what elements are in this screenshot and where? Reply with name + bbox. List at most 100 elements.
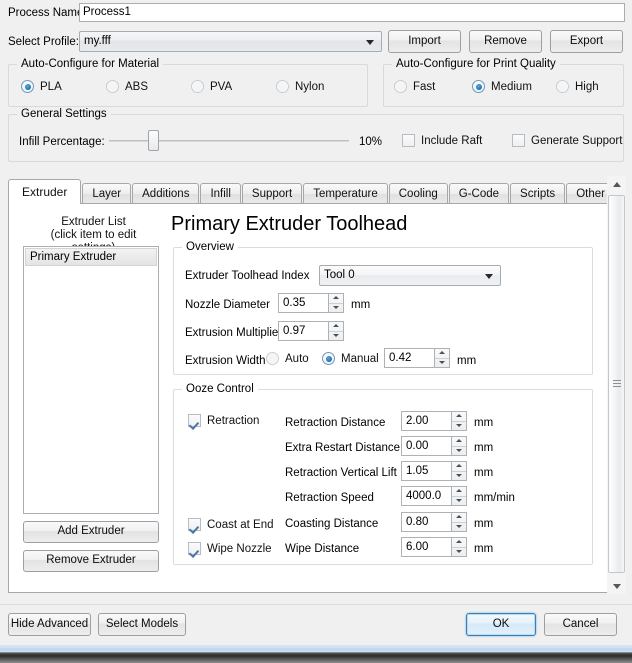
toolhead-index-select[interactable]: Tool 0 (319, 265, 501, 286)
coast-at-end-checkbox[interactable]: Coast at End (188, 518, 273, 531)
quality-group: Auto-Configure for Print Quality Fast Me… (383, 64, 624, 107)
remove-extruder-button[interactable]: Remove Extruder (23, 550, 159, 572)
import-button[interactable]: Import (388, 30, 461, 53)
spin-down-icon[interactable] (452, 497, 466, 506)
tab-cooling[interactable]: Cooling (389, 183, 448, 204)
wipe-distance-input[interactable]: 6.00 (401, 537, 451, 557)
remove-button[interactable]: Remove (469, 30, 542, 53)
extra-restart-distance-spin-buttons[interactable] (451, 436, 467, 456)
scroll-down-arrow-icon[interactable] (607, 577, 626, 594)
general-settings-group: General Settings Infill Percentage: 10% … (8, 114, 624, 162)
retraction-vertical-lift-spin-buttons[interactable] (451, 461, 467, 481)
extrusion-width-input[interactable]: 0.42 (384, 348, 434, 368)
spin-down-icon[interactable] (329, 332, 343, 341)
material-option-abs[interactable]: ABS (106, 80, 191, 93)
quality-option-medium[interactable]: Medium (472, 80, 556, 93)
material-option-pla[interactable]: PLA (21, 80, 106, 93)
retraction-checkbox[interactable]: Retraction (188, 414, 259, 427)
retraction-vertical-lift-input[interactable]: 1.05 (401, 461, 451, 481)
tab-scripts[interactable]: Scripts (510, 183, 565, 204)
extrusion-width-spin-buttons[interactable] (434, 348, 450, 368)
spin-up-icon[interactable] (452, 487, 466, 497)
spin-down-icon[interactable] (452, 472, 466, 481)
include-raft-checkbox[interactable]: Include Raft (402, 134, 482, 147)
radio-icon-fast (394, 80, 407, 93)
cancel-button[interactable]: Cancel (544, 613, 617, 636)
hide-advanced-button[interactable]: Hide Advanced (8, 613, 91, 636)
coasting-distance-spin-buttons[interactable] (451, 512, 467, 532)
extrusion-multiplier-spin-buttons[interactable] (328, 321, 344, 341)
extrusion-width-manual-radio[interactable]: Manual (322, 352, 379, 365)
spin-up-icon[interactable] (329, 294, 343, 304)
material-option-nylon[interactable]: Nylon (276, 80, 324, 93)
slider-thumb[interactable] (148, 130, 159, 151)
chevron-down-icon (366, 40, 374, 45)
wipe-distance-spin-buttons[interactable] (451, 537, 467, 557)
extruder-listbox[interactable]: Primary Extruder (23, 246, 159, 514)
extrusion-multiplier-stepper[interactable]: 0.97 (278, 321, 344, 341)
add-extruder-button[interactable]: Add Extruder (23, 521, 159, 543)
spin-down-icon[interactable] (329, 304, 343, 313)
spin-up-icon[interactable] (452, 538, 466, 548)
spin-up-icon[interactable] (452, 513, 466, 523)
list-item[interactable]: Primary Extruder (25, 248, 157, 266)
quality-option-medium-label: Medium (491, 81, 532, 93)
scroll-up-arrow-icon[interactable] (607, 176, 626, 193)
process-name-input[interactable]: Process1 (79, 3, 625, 22)
spin-up-icon[interactable] (452, 437, 466, 447)
tab-temperature[interactable]: Temperature (303, 183, 388, 204)
dialog-footer: Hide Advanced Select Models OK Cancel (0, 604, 632, 645)
generate-support-checkbox[interactable]: Generate Support (512, 134, 622, 147)
tab-gcode[interactable]: G-Code (449, 183, 509, 204)
spin-up-icon[interactable] (435, 349, 449, 359)
extra-restart-distance-input[interactable]: 0.00 (401, 436, 451, 456)
extrusion-multiplier-input[interactable]: 0.97 (278, 321, 328, 341)
retraction-speed-label: Retraction Speed (285, 492, 374, 504)
wipe-nozzle-checkbox[interactable]: Wipe Nozzle (188, 542, 272, 555)
nozzle-diameter-input[interactable]: 0.35 (278, 293, 328, 313)
coasting-distance-input[interactable]: 0.80 (401, 512, 451, 532)
quality-option-fast[interactable]: Fast (394, 80, 472, 93)
tab-layer[interactable]: Layer (82, 183, 131, 204)
radio-icon-abs (106, 80, 119, 93)
profile-select[interactable]: my.fff (79, 31, 382, 52)
infill-percentage-value: 10% (359, 136, 382, 148)
coasting-distance-stepper[interactable]: 0.80 (401, 512, 467, 532)
retraction-speed-input[interactable]: 4000.0 (401, 486, 451, 506)
scrollbar-thumb[interactable] (608, 195, 625, 573)
settings-scrollbar[interactable] (607, 176, 626, 594)
retraction-distance-stepper[interactable]: 2.00 (401, 411, 467, 431)
export-button[interactable]: Export (550, 30, 623, 53)
nozzle-diameter-stepper[interactable]: 0.35 (278, 293, 344, 313)
spin-down-icon[interactable] (452, 523, 466, 532)
extra-restart-distance-stepper[interactable]: 0.00 (401, 436, 467, 456)
retraction-distance-spin-buttons[interactable] (451, 411, 467, 431)
infill-percentage-slider[interactable] (109, 131, 349, 151)
quality-option-high[interactable]: High (556, 80, 599, 93)
toolhead-index-value: Tool 0 (324, 269, 355, 281)
tab-extruder[interactable]: Extruder (8, 179, 81, 204)
material-option-pva[interactable]: PVA (191, 80, 276, 93)
tab-infill[interactable]: Infill (200, 183, 240, 204)
retraction-speed-spin-buttons[interactable] (451, 486, 467, 506)
spin-up-icon[interactable] (329, 322, 343, 332)
tab-support[interactable]: Support (242, 183, 302, 204)
tab-additions[interactable]: Additions (132, 183, 199, 204)
ooze-control-group-title: Ooze Control (182, 383, 258, 395)
retraction-vertical-lift-stepper[interactable]: 1.05 (401, 461, 467, 481)
spin-down-icon[interactable] (452, 447, 466, 456)
spin-up-icon[interactable] (452, 412, 466, 422)
spin-down-icon[interactable] (452, 422, 466, 431)
nozzle-diameter-label: Nozzle Diameter (185, 299, 270, 311)
wipe-distance-stepper[interactable]: 6.00 (401, 537, 467, 557)
select-models-button[interactable]: Select Models (98, 613, 186, 636)
retraction-distance-input[interactable]: 2.00 (401, 411, 451, 431)
spin-down-icon[interactable] (435, 359, 449, 368)
spin-down-icon[interactable] (452, 548, 466, 557)
spin-up-icon[interactable] (452, 462, 466, 472)
extrusion-width-stepper[interactable]: 0.42 (384, 348, 450, 368)
retraction-speed-stepper[interactable]: 4000.0 (401, 486, 467, 506)
nozzle-diameter-spin-buttons[interactable] (328, 293, 344, 313)
ok-button[interactable]: OK (466, 613, 536, 636)
extrusion-width-auto-radio[interactable]: Auto (266, 352, 309, 365)
